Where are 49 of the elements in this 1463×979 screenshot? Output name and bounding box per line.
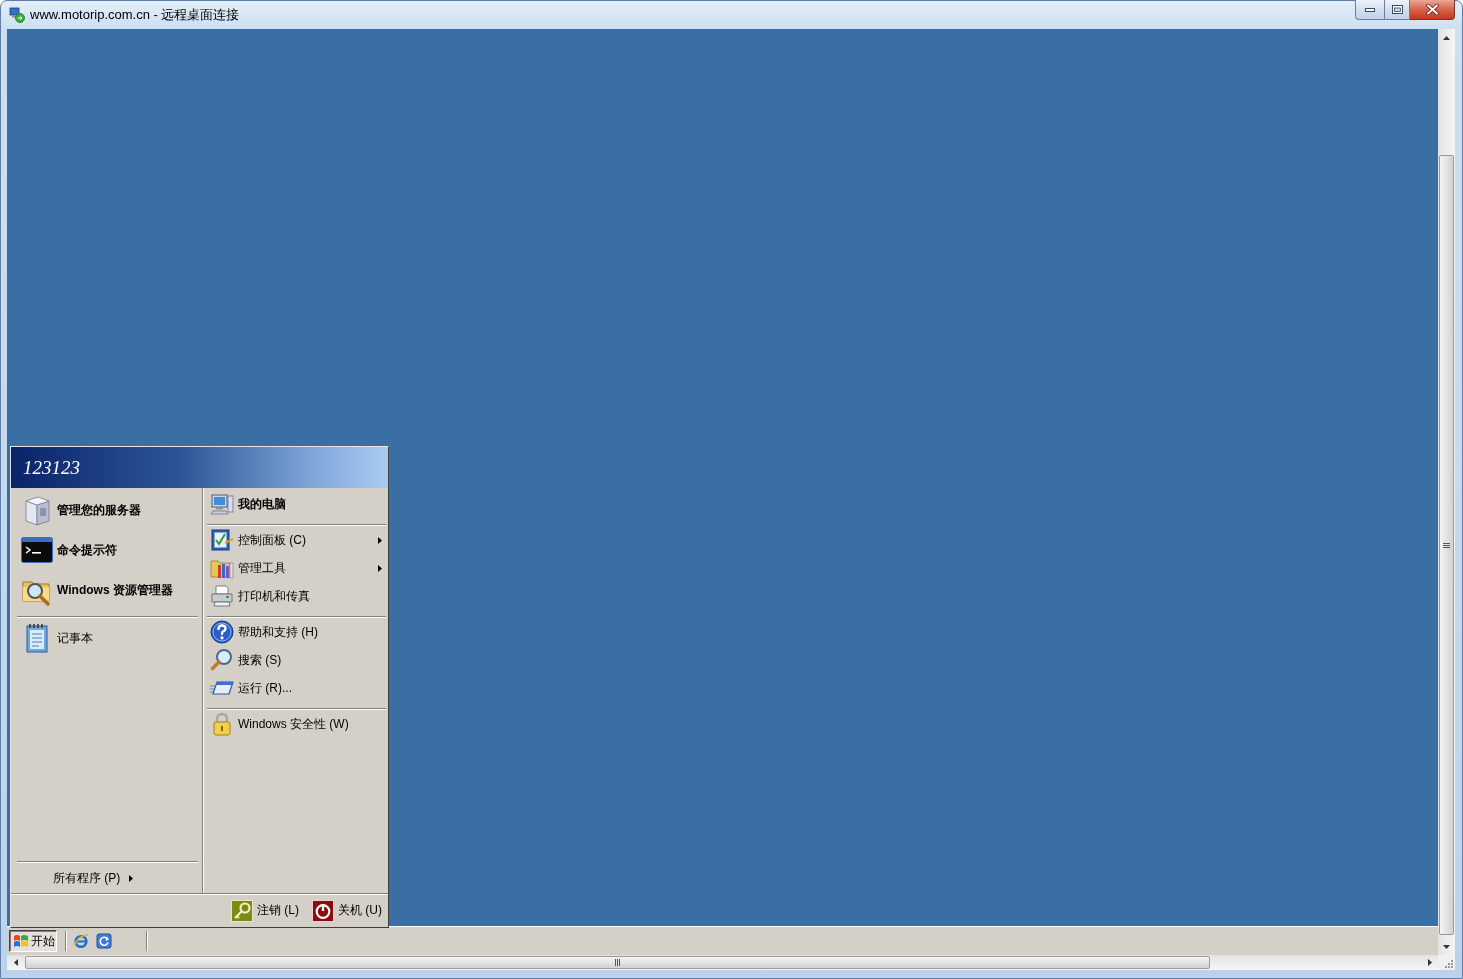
computer-connection-icon [9,7,25,23]
user-name: 123123 [23,456,80,479]
menu-item[interactable]: 运行 (R)... [204,674,387,702]
submenu-arrow-icon [129,874,134,882]
computer-icon [210,492,234,516]
menu-item[interactable]: 我的电脑 [204,490,387,518]
key-icon [231,899,253,922]
down-arrow-icon [1443,944,1450,949]
power-icon [312,899,334,922]
start-button[interactable]: 开始 [9,930,57,952]
maximize-icon [1391,5,1403,14]
menu-item[interactable]: Windows 资源管理器 [11,570,202,610]
close-button[interactable] [1410,0,1455,20]
resize-grip-icon[interactable] [1445,960,1453,968]
flag-icon [13,933,29,949]
menu-item[interactable]: 记事本 [11,618,202,658]
menu-item[interactable]: 帮助和支持 (H) [204,618,387,646]
right-arrow-icon [1427,959,1432,966]
scrollbar-thumb[interactable] [1439,155,1454,935]
left-arrow-icon [13,959,18,966]
refresh-icon[interactable] [96,933,112,949]
up-arrow-icon [1443,35,1450,40]
maximize-button[interactable] [1384,0,1410,20]
menu-item[interactable]: 命令提示符 [11,530,202,570]
grip-icon [615,959,620,966]
all-programs-item[interactable]: 所有程序 (P) [11,863,202,893]
minimize-button[interactable] [1355,0,1384,20]
window-title: www.motorip.com.cn - 远程桌面连接 [30,6,240,24]
grip-icon [1443,542,1450,548]
menu-item[interactable]: Windows 安全性 (W) [204,710,387,738]
log-off-button[interactable]: 注销 (L) [231,899,299,922]
scrollbar-thumb[interactable] [25,956,1210,969]
padlock-icon [210,712,234,736]
search-icon [210,648,234,672]
printer-icon [210,584,234,608]
shut-down-button[interactable]: 关机 (U) [312,899,382,922]
horizontal-scrollbar[interactable] [7,955,1438,970]
browser-icon[interactable] [73,933,89,949]
menu-item[interactable]: 控制面板 (C) [204,526,387,554]
close-icon [1425,4,1439,15]
vertical-scrollbar[interactable] [1438,29,1455,955]
menu-item[interactable]: 管理您的服务器 [11,490,202,530]
menu-item[interactable]: 打印机和传真 [204,582,387,610]
control-panel-icon [210,528,234,552]
menu-item[interactable]: 搜索 (S) [204,646,387,674]
help-icon [210,620,234,644]
menu-item[interactable]: 管理工具 [204,554,387,582]
terminal-icon [21,537,53,563]
minimize-icon [1365,7,1375,12]
